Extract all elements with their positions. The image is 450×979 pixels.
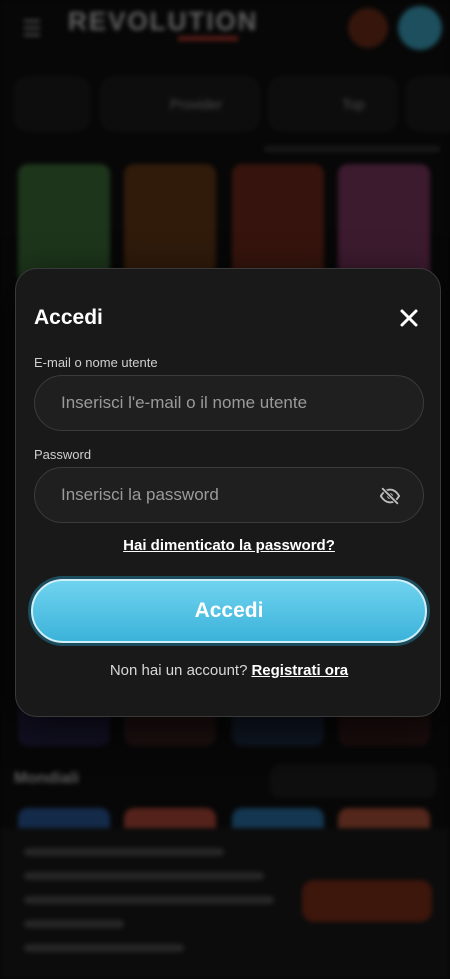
category-label: Top bbox=[342, 96, 365, 112]
category-chip[interactable] bbox=[406, 76, 450, 132]
login-button[interactable]: Accedi bbox=[31, 579, 427, 643]
game-tile[interactable] bbox=[338, 164, 430, 284]
text-line bbox=[24, 896, 274, 904]
email-label: E-mail o nome utente bbox=[34, 355, 158, 370]
signup-link[interactable]: Registrati ora bbox=[251, 662, 348, 679]
top-header: ☰ REVOLUTION bbox=[0, 0, 450, 60]
carousel-indicator bbox=[264, 146, 440, 152]
section-title: Mondiali bbox=[14, 770, 79, 787]
toggle-password-visibility[interactable] bbox=[379, 485, 401, 507]
text-line bbox=[24, 920, 124, 928]
password-input[interactable] bbox=[61, 468, 371, 522]
password-field[interactable] bbox=[34, 467, 424, 523]
show-all-button[interactable] bbox=[270, 764, 436, 798]
promo-badge[interactable] bbox=[348, 8, 388, 48]
close-button[interactable] bbox=[396, 305, 422, 331]
accept-cookies-button[interactable] bbox=[302, 880, 432, 922]
brand-logo: REVOLUTION bbox=[68, 6, 259, 36]
text-line bbox=[24, 848, 224, 856]
category-chip-provider[interactable]: Provider bbox=[100, 76, 260, 132]
category-label: Provider bbox=[170, 96, 223, 112]
text-line bbox=[24, 944, 184, 952]
text-line bbox=[24, 872, 264, 880]
modal-title: Accedi bbox=[34, 306, 103, 329]
password-label: Password bbox=[34, 447, 92, 462]
signup-prompt: Non hai un account? Registrati ora bbox=[16, 662, 442, 679]
login-button-label: Accedi bbox=[194, 599, 264, 622]
login-modal: Accedi E-mail o nome utente Password Hai bbox=[15, 268, 441, 717]
game-tile[interactable] bbox=[232, 164, 324, 284]
category-chip-top[interactable]: Top bbox=[268, 76, 398, 132]
page: ☰ REVOLUTION Provider Top Mondiali Acced… bbox=[0, 0, 450, 979]
close-icon bbox=[400, 309, 418, 327]
email-input[interactable] bbox=[61, 376, 371, 430]
forgot-password-link[interactable]: Hai dimenticato la password? bbox=[16, 537, 442, 554]
avatar[interactable] bbox=[398, 6, 442, 50]
email-field[interactable] bbox=[34, 375, 424, 431]
category-chip[interactable] bbox=[14, 76, 90, 132]
eye-off-icon bbox=[379, 487, 401, 505]
menu-icon[interactable]: ☰ bbox=[22, 16, 42, 42]
brand-logo-underline bbox=[178, 36, 238, 41]
no-account-text: Non hai un account? bbox=[109, 662, 248, 679]
game-tile[interactable] bbox=[18, 164, 110, 284]
game-tile[interactable] bbox=[124, 164, 216, 284]
